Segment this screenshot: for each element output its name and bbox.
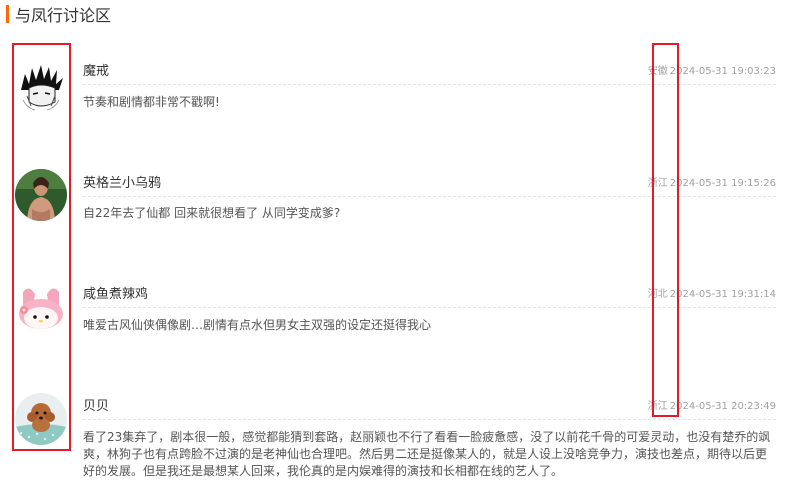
section-header: 与凤行讨论区: [6, 3, 111, 25]
comment-meta: 安徽 2024-05-31 19:03:23: [648, 62, 776, 77]
comment-location: 河北: [647, 289, 668, 300]
comment-time: 2024-05-31 19:03:23: [669, 66, 776, 77]
avatar[interactable]: [15, 282, 67, 334]
comment-content: 看了23集弃了，剧本很一般，感觉都能猜到套路，赵丽颖也不行了看看一脸疲惫感，没了…: [83, 430, 771, 478]
avatar[interactable]: [15, 60, 67, 112]
comment-meta: 河北 2024-05-31 19:31:14: [648, 285, 776, 300]
username[interactable]: 贝贝: [83, 395, 109, 414]
poodle-dog-avatar-icon: [15, 393, 67, 445]
section-title: 与凤行讨论区: [15, 6, 112, 25]
comment-time: 2024-05-31 20:23:49: [669, 401, 776, 412]
divider: [83, 419, 776, 420]
comment-time: 2024-05-31 19:31:14: [669, 289, 776, 300]
username[interactable]: 英格兰小乌鸦: [83, 172, 161, 191]
comment-location: 浙江: [647, 178, 668, 189]
avatar[interactable]: [15, 169, 67, 221]
comment-content: 唯爱古风仙侠偶像剧…剧情有点水但男女主双强的设定还挺得我心: [83, 318, 432, 332]
title-accent-bar: [6, 5, 9, 23]
username[interactable]: 咸鱼煮辣鸡: [83, 283, 148, 302]
comment-location: 浙江: [647, 401, 668, 412]
comment-content: 节奏和剧情都非常不戳啊!: [83, 95, 220, 109]
divider: [83, 307, 776, 308]
comment-content: 自22年去了仙都 回来就很想看了 从同学变成爹?: [83, 206, 341, 220]
person-photo-avatar-icon: [15, 169, 67, 221]
comment-time: 2024-05-31 19:15:26: [669, 178, 776, 189]
my-melody-avatar-icon: [15, 282, 67, 334]
anime-spiky-hair-avatar-icon: [15, 60, 67, 112]
divider: [83, 196, 776, 197]
avatar[interactable]: [15, 393, 67, 445]
divider: [83, 84, 776, 85]
comment-meta: 浙江 2024-05-31 20:23:49: [648, 397, 776, 412]
comment-location: 安徽: [647, 66, 668, 77]
comment-meta: 浙江 2024-05-31 19:15:26: [648, 174, 776, 189]
username[interactable]: 魔戒: [83, 60, 109, 79]
